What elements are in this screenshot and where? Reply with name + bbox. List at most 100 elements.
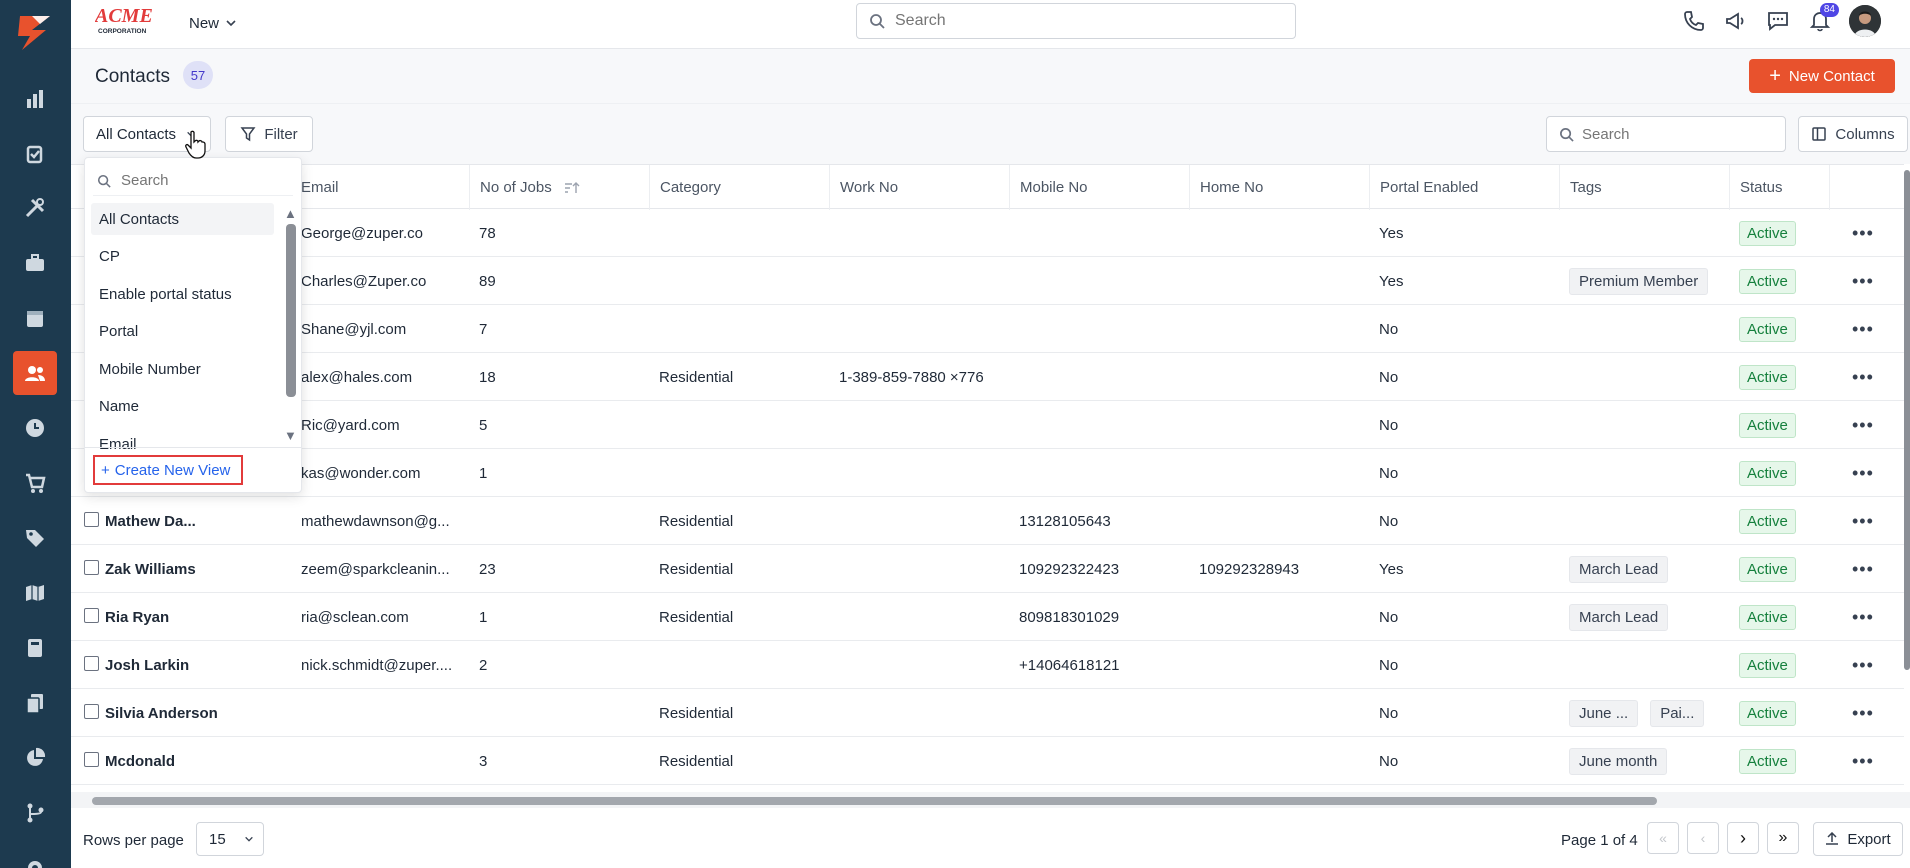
prev-page-button[interactable]: ‹	[1687, 822, 1719, 854]
view-option[interactable]: CP	[91, 241, 274, 273]
rail-tag-icon[interactable]	[13, 516, 57, 560]
tag-chip[interactable]: June month	[1569, 747, 1668, 775]
rows-per-page-select[interactable]: 15	[196, 822, 264, 856]
table-search[interactable]	[1546, 116, 1786, 152]
table-row[interactable]: George@zuper.co 78 Yes Active •••	[71, 209, 1904, 257]
export-button[interactable]: Export	[1813, 822, 1903, 856]
view-option[interactable]: Mobile Number	[91, 353, 274, 385]
rail-workflow-icon[interactable]	[13, 791, 57, 835]
column-header-work-no[interactable]: Work No	[829, 165, 1009, 210]
sort-icon[interactable]	[564, 181, 580, 195]
new-contact-label: New Contact	[1788, 67, 1875, 85]
table-row[interactable]: Shane@yjl.com 7 No Active •••	[71, 305, 1904, 353]
view-option[interactable]: Enable portal status	[91, 278, 274, 310]
last-page-button[interactable]: »	[1767, 822, 1799, 854]
rail-tools-icon[interactable]	[13, 186, 57, 230]
tag-chip[interactable]: Premium Member	[1569, 267, 1709, 295]
megaphone-icon[interactable]	[1723, 8, 1749, 34]
column-header-portal[interactable]: Portal Enabled	[1369, 165, 1559, 210]
row-more-icon[interactable]: •••	[1852, 689, 1874, 737]
table-row[interactable]: Charles@Zuper.co 89 Yes Premium Member Activ…	[71, 257, 1904, 305]
global-search[interactable]	[856, 3, 1296, 39]
row-more-icon[interactable]: •••	[1852, 209, 1874, 257]
rail-clock-icon[interactable]	[13, 406, 57, 450]
app-logo-icon[interactable]	[12, 12, 58, 54]
rail-map-icon[interactable]	[13, 571, 57, 615]
scroll-down-icon[interactable]: ▼	[284, 428, 297, 443]
row-more-icon[interactable]: •••	[1852, 545, 1874, 593]
column-header-tags[interactable]: Tags	[1559, 165, 1729, 210]
horizontal-scroll-thumb[interactable]	[92, 797, 1657, 805]
contact-name-cell[interactable]: Zak Williams	[95, 545, 275, 593]
row-more-icon[interactable]: •••	[1852, 593, 1874, 641]
table-row[interactable]: Ria Ryan ria@sclean.com 1 Residential 809818…	[71, 593, 1904, 641]
bell-icon[interactable]: 84	[1807, 3, 1839, 34]
table-row[interactable]: Mathew Da... mathewdawnson@g... Residentia…	[71, 497, 1904, 545]
contact-name-cell[interactable]: Mathew Da...	[95, 497, 275, 545]
table-row[interactable]: kas@wonder.com 1 No Active •••	[71, 449, 1904, 497]
rail-reports-icon[interactable]	[13, 736, 57, 780]
table-row[interactable]: Silvia Anderson Residential No June ... Pai.…	[71, 689, 1904, 737]
view-dropdown-scrollbar[interactable]	[286, 224, 296, 397]
column-header-email[interactable]: Email	[291, 165, 439, 210]
view-option[interactable]: All Contacts	[91, 203, 274, 235]
filter-button[interactable]: Filter	[225, 116, 313, 152]
row-more-icon[interactable]: •••	[1852, 497, 1874, 545]
rail-contacts-icon[interactable]	[13, 351, 57, 395]
chat-icon[interactable]	[1765, 8, 1791, 34]
column-header-home-no[interactable]: Home No	[1189, 165, 1369, 210]
tag-chip[interactable]: March Lead	[1569, 603, 1669, 631]
rail-briefcase-icon[interactable]	[13, 241, 57, 285]
row-more-icon[interactable]: •••	[1852, 401, 1874, 449]
table-row[interactable]: Mcdonald 3 Residential No June month Active ••…	[71, 737, 1904, 785]
jobs-cell: 89	[479, 272, 496, 290]
tag-chip[interactable]: Pai...	[1650, 699, 1705, 727]
row-more-icon[interactable]: •••	[1852, 353, 1874, 401]
table-search-input[interactable]	[1582, 125, 1772, 143]
column-header-mobile-no[interactable]: Mobile No	[1009, 165, 1189, 210]
contact-name-cell[interactable]: Josh Larkin	[95, 641, 275, 689]
contact-name-cell[interactable]: Ria Ryan	[95, 593, 275, 641]
row-more-icon[interactable]: •••	[1852, 305, 1874, 353]
scroll-up-icon[interactable]: ▲	[284, 206, 297, 221]
mobile-no-cell	[1009, 257, 1189, 305]
rail-documents-icon[interactable]	[13, 681, 57, 725]
table-row[interactable]: Josh Larkin nick.schmidt@zuper.... 2 +14064…	[71, 641, 1904, 689]
rail-calendar-icon[interactable]	[13, 296, 57, 340]
global-search-input[interactable]	[895, 12, 1275, 30]
row-more-icon[interactable]: •••	[1852, 449, 1874, 497]
rail-dashboard-icon[interactable]	[13, 77, 57, 121]
email-cell: Shane@yjl.com	[301, 320, 407, 338]
first-page-button[interactable]: «	[1647, 822, 1679, 854]
contact-name-cell[interactable]: Silvia Anderson	[95, 689, 275, 737]
brand-logo[interactable]: ACME CORPORATION	[93, 4, 165, 36]
row-more-icon[interactable]: •••	[1852, 257, 1874, 305]
column-header-status[interactable]: Status	[1729, 165, 1829, 210]
next-page-button[interactable]: ›	[1727, 822, 1759, 854]
columns-button[interactable]: Columns	[1798, 116, 1908, 152]
phone-icon[interactable]	[1681, 8, 1707, 34]
view-dropdown-search[interactable]	[93, 166, 293, 196]
rail-cart-icon[interactable]	[13, 461, 57, 505]
row-more-icon[interactable]: •••	[1852, 641, 1874, 689]
column-header-jobs[interactable]: No of Jobs	[469, 165, 649, 210]
tag-chip[interactable]: June ...	[1569, 699, 1639, 727]
new-contact-button[interactable]: + New Contact	[1749, 59, 1895, 93]
table-row[interactable]: alex@hales.com 18 Residential 1-389-859-788…	[71, 353, 1904, 401]
row-more-icon[interactable]: •••	[1852, 737, 1874, 785]
rail-calculator-icon[interactable]	[13, 626, 57, 670]
user-avatar[interactable]	[1849, 5, 1881, 37]
contact-name-cell[interactable]: Mcdonald	[95, 737, 275, 785]
rail-settings-icon[interactable]	[13, 846, 57, 868]
table-row[interactable]: Zak Williams zeem@sparkcleanin... 23 Reside…	[71, 545, 1904, 593]
vertical-scrollbar[interactable]	[1904, 170, 1910, 670]
tag-chip[interactable]: March Lead	[1569, 555, 1669, 583]
table-row[interactable]: Ric@yard.com 5 No Active •••	[71, 401, 1904, 449]
new-menu-button[interactable]: New	[189, 12, 237, 34]
create-new-view-button[interactable]: + Create New View	[93, 455, 243, 485]
rail-jobs-icon[interactable]	[13, 131, 57, 175]
view-option[interactable]: Name	[91, 391, 274, 423]
view-dropdown-search-input[interactable]	[121, 172, 281, 189]
column-header-category[interactable]: Category	[649, 165, 829, 210]
view-option[interactable]: Portal	[91, 316, 274, 348]
